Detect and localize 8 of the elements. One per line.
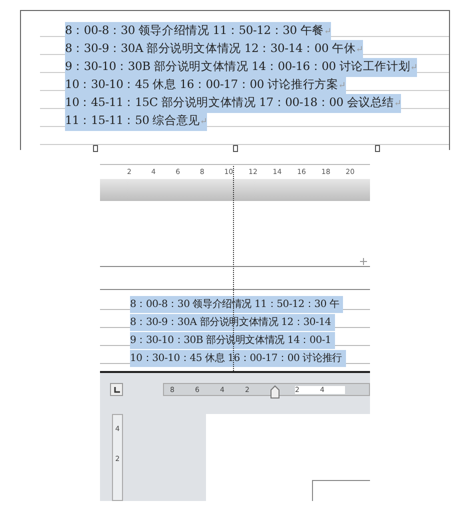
resize-handle[interactable] [233, 145, 238, 152]
resize-handle[interactable] [93, 145, 98, 152]
move-handle-icon[interactable] [360, 258, 367, 265]
resize-handle[interactable] [375, 145, 380, 152]
indent-marker-icon[interactable] [270, 384, 280, 398]
tab-stop-button[interactable] [110, 383, 123, 396]
table-cell [312, 480, 370, 501]
tab-stop-icon [112, 386, 120, 394]
